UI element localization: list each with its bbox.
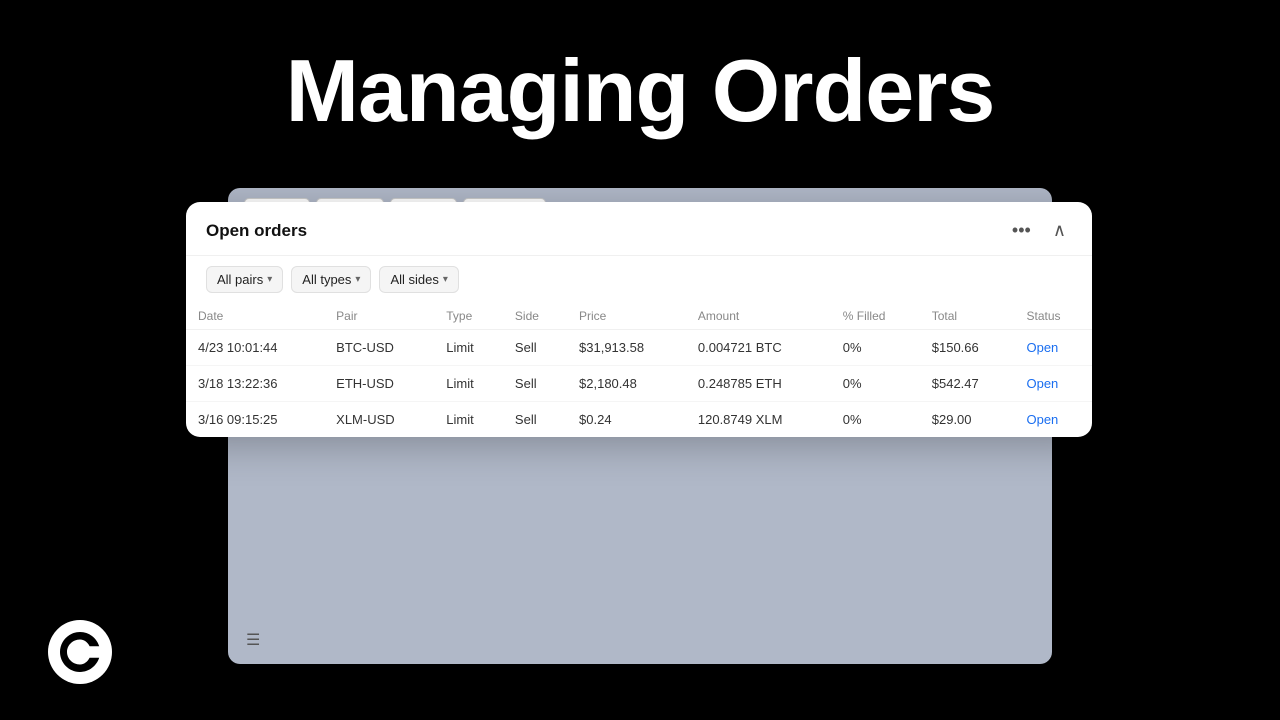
- cell-pct-filled: 0%: [831, 402, 920, 438]
- header-actions: ••• ∧: [1006, 218, 1072, 243]
- table-row: 3/16 09:15:25 XLM-USD Limit Sell $0.24 1…: [186, 402, 1092, 438]
- filter-all-pairs[interactable]: All pairs ▾: [206, 266, 283, 293]
- cell-price: $2,180.48: [567, 366, 686, 402]
- cell-pct-filled: 0%: [831, 330, 920, 366]
- cell-pair: ETH-USD: [324, 366, 434, 402]
- cell-date: 4/23 10:01:44: [186, 330, 324, 366]
- col-price: Price: [567, 303, 686, 330]
- more-options-button[interactable]: •••: [1006, 218, 1037, 243]
- cell-price: $0.24: [567, 402, 686, 438]
- cell-status: Open: [1014, 330, 1092, 366]
- table-row: 3/18 13:22:36 ETH-USD Limit Sell $2,180.…: [186, 366, 1092, 402]
- cell-side: Sell: [503, 330, 567, 366]
- col-type: Type: [434, 303, 503, 330]
- cell-status: Open: [1014, 402, 1092, 438]
- cell-amount: 0.004721 BTC: [686, 330, 831, 366]
- cell-total: $29.00: [920, 402, 1015, 438]
- cell-pair: BTC-USD: [324, 330, 434, 366]
- cell-total: $542.47: [920, 366, 1015, 402]
- col-pair: Pair: [324, 303, 434, 330]
- cell-pair: XLM-USD: [324, 402, 434, 438]
- col-pct-filled: % Filled: [831, 303, 920, 330]
- filters-row: All pairs ▾ All types ▾ All sides ▾: [186, 256, 1092, 303]
- col-total: Total: [920, 303, 1015, 330]
- filter-all-types[interactable]: All types ▾: [291, 266, 371, 293]
- col-side: Side: [503, 303, 567, 330]
- coinbase-logo: [48, 620, 112, 684]
- collapse-button[interactable]: ∧: [1047, 218, 1072, 243]
- cell-type: Limit: [434, 402, 503, 438]
- cell-total: $150.66: [920, 330, 1015, 366]
- cell-pct-filled: 0%: [831, 366, 920, 402]
- cell-status: Open: [1014, 366, 1092, 402]
- card-title: Open orders: [206, 221, 307, 241]
- cell-date: 3/16 09:15:25: [186, 402, 324, 438]
- col-status: Status: [1014, 303, 1092, 330]
- cell-side: Sell: [503, 366, 567, 402]
- open-orders-table: Date Pair Type Side Price Amount % Fille…: [186, 303, 1092, 437]
- card-header: Open orders ••• ∧: [186, 202, 1092, 256]
- cell-amount: 0.248785 ETH: [686, 366, 831, 402]
- page-title: Managing Orders: [0, 40, 1280, 142]
- open-orders-card: Open orders ••• ∧ All pairs ▾ All types …: [186, 202, 1092, 437]
- table-row: 4/23 10:01:44 BTC-USD Limit Sell $31,913…: [186, 330, 1092, 366]
- cell-amount: 120.8749 XLM: [686, 402, 831, 438]
- col-date: Date: [186, 303, 324, 330]
- cell-date: 3/18 13:22:36: [186, 366, 324, 402]
- hamburger-icon[interactable]: ☰: [246, 630, 260, 650]
- cell-price: $31,913.58: [567, 330, 686, 366]
- table-wrap: Date Pair Type Side Price Amount % Fille…: [186, 303, 1092, 437]
- col-amount: Amount: [686, 303, 831, 330]
- filter-all-sides[interactable]: All sides ▾: [379, 266, 458, 293]
- cell-side: Sell: [503, 402, 567, 438]
- cell-type: Limit: [434, 366, 503, 402]
- cell-type: Limit: [434, 330, 503, 366]
